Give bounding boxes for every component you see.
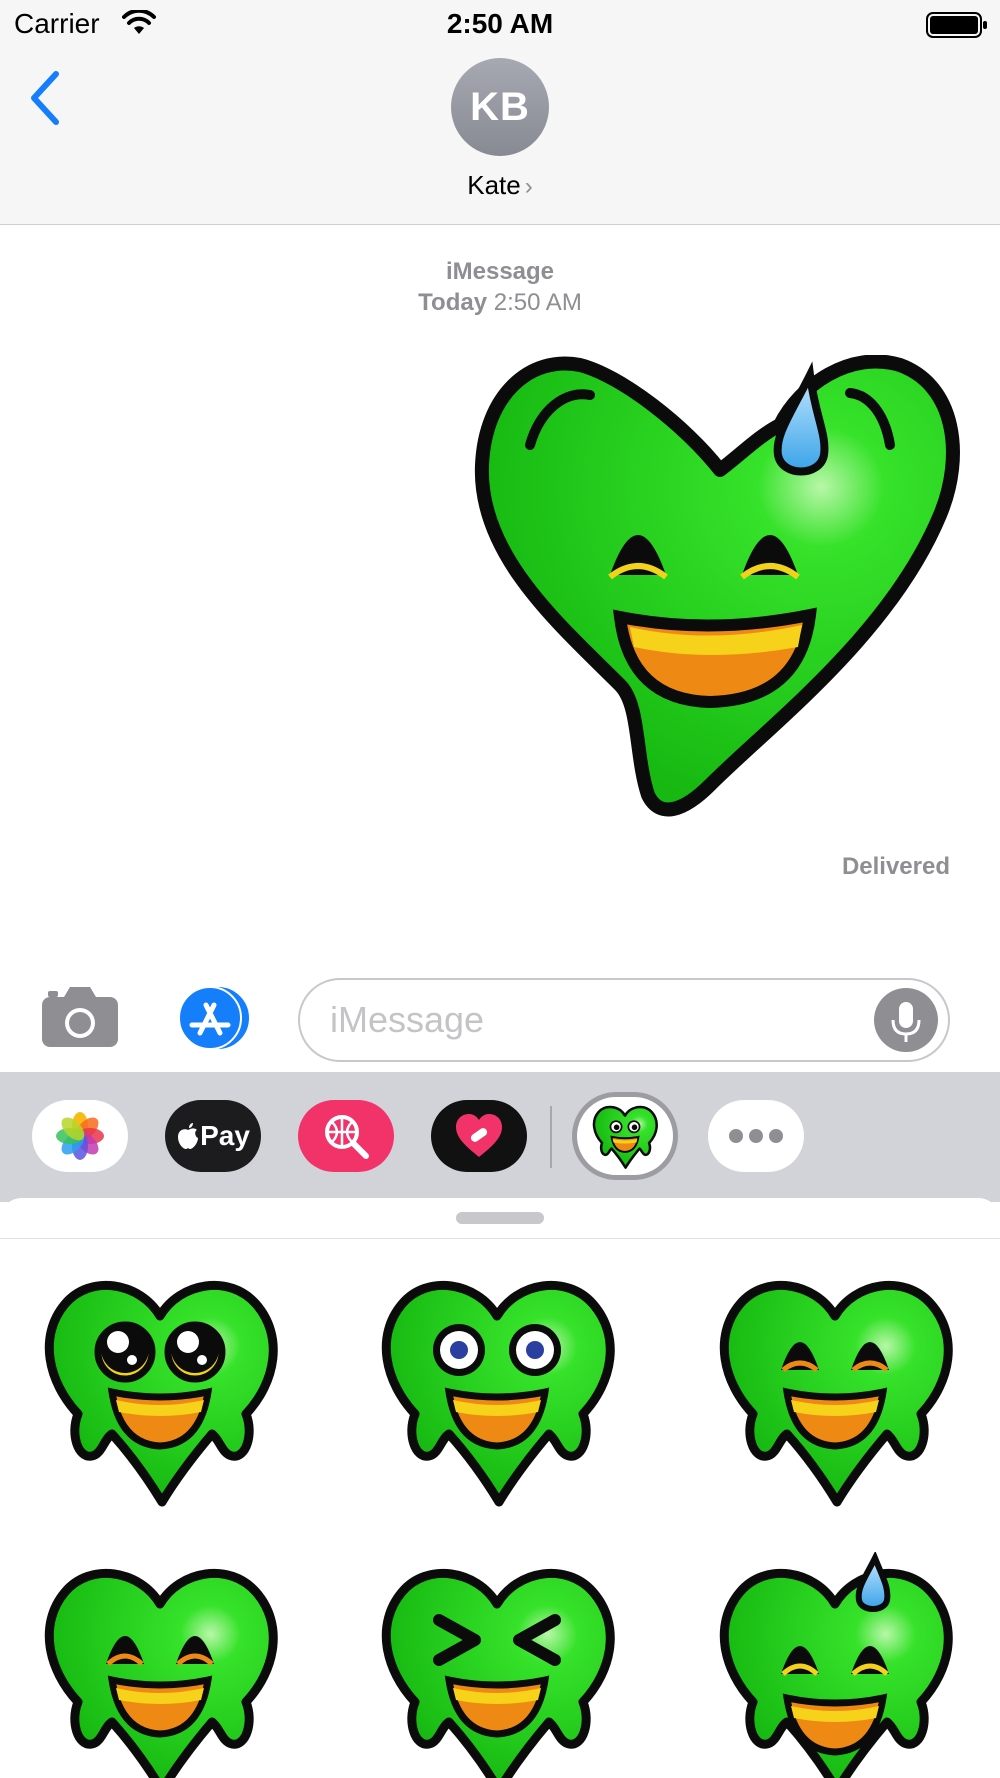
green-heart-app-button[interactable] bbox=[572, 1092, 678, 1180]
heart-icon bbox=[456, 1114, 502, 1157]
sent-heart-sticker[interactable] bbox=[470, 355, 970, 825]
sticker-wide-eyes[interactable] bbox=[367, 1264, 627, 1514]
sticker-panel bbox=[0, 1198, 1000, 1778]
battery-icon bbox=[926, 12, 987, 38]
timestamp-time: 2:50 AM bbox=[493, 289, 582, 316]
sticker-cheerful[interactable] bbox=[30, 1552, 290, 1778]
sticker-happy-eyes[interactable] bbox=[705, 1264, 965, 1514]
more-icon bbox=[729, 1129, 783, 1143]
contact-name-button[interactable]: Kate › bbox=[0, 170, 1000, 201]
globe-search-icon bbox=[325, 1115, 369, 1159]
avatar-initials: KB bbox=[470, 84, 530, 129]
apple-pay-button[interactable]: Pay bbox=[165, 1100, 261, 1172]
conversation-header: Carrier 2:50 AM KB Kate › bbox=[0, 0, 1000, 225]
microphone-button[interactable] bbox=[874, 988, 938, 1052]
apple-logo-icon bbox=[178, 1123, 199, 1149]
status-time: 2:50 AM bbox=[446, 8, 554, 39]
message-timestamp: Today 2:50 AM bbox=[0, 289, 1000, 317]
chevron-right-icon: › bbox=[524, 173, 533, 200]
panel-divider bbox=[0, 1238, 1000, 1239]
green-heart-icon bbox=[588, 1101, 662, 1171]
image-search-app-button[interactable] bbox=[298, 1100, 394, 1172]
sticker-squint-laugh[interactable] bbox=[367, 1552, 627, 1778]
delivery-status: Delivered bbox=[841, 853, 950, 880]
sticker-sparkle-eyes[interactable] bbox=[30, 1264, 290, 1514]
service-label: iMessage bbox=[445, 258, 555, 285]
photos-app-button[interactable] bbox=[32, 1100, 128, 1172]
status-bar: Carrier 2:50 AM bbox=[0, 0, 1000, 50]
contact-avatar[interactable]: KB bbox=[451, 58, 549, 156]
timestamp-day: Today bbox=[418, 289, 488, 316]
drawer-divider bbox=[550, 1106, 552, 1168]
app-store-icon[interactable] bbox=[170, 985, 256, 1051]
more-apps-button[interactable] bbox=[708, 1100, 804, 1172]
app-drawer: Pay bbox=[0, 1072, 1000, 1202]
message-input[interactable] bbox=[330, 994, 850, 1046]
message-field[interactable] bbox=[298, 978, 950, 1062]
back-button[interactable] bbox=[26, 68, 66, 128]
camera-icon[interactable] bbox=[40, 985, 120, 1049]
sticker-sweat-drop[interactable] bbox=[705, 1552, 965, 1778]
apple-pay-label: Pay bbox=[200, 1120, 250, 1151]
microphone-icon bbox=[891, 1002, 921, 1042]
contact-name: Kate bbox=[467, 170, 521, 200]
heart-sticker-app-button[interactable] bbox=[431, 1100, 527, 1172]
photos-icon bbox=[56, 1112, 104, 1160]
panel-grabber[interactable] bbox=[456, 1212, 544, 1224]
